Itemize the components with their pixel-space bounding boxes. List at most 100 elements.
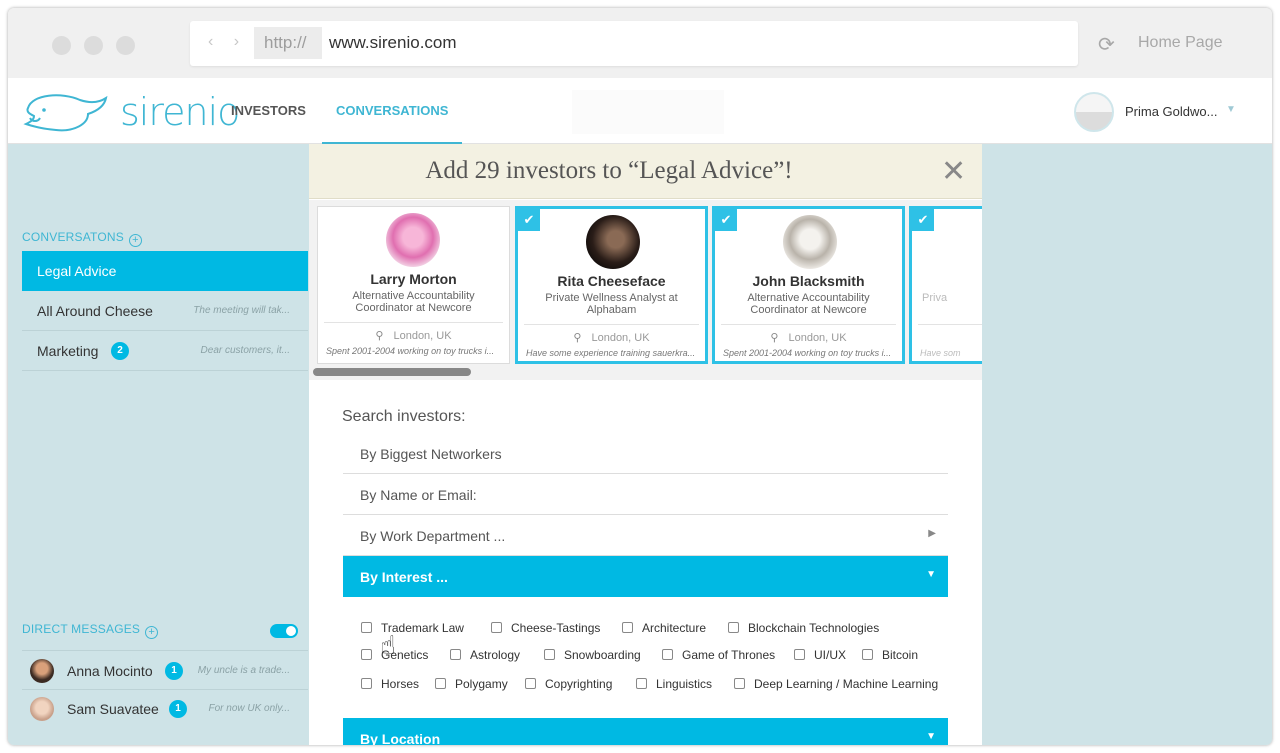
dm-item-sam-suavatee[interactable]: Sam Suavatee 1 For now UK only...: [22, 689, 308, 729]
tab-conversations[interactable]: CONVERSATIONS: [322, 78, 463, 144]
interest-checkbox-copyrighting[interactable]: Copyrighting: [525, 677, 612, 691]
checkbox[interactable]: [544, 649, 555, 660]
filter-name-or-email[interactable]: By Name or Email:: [343, 474, 948, 515]
avatar: [586, 215, 640, 269]
filter-biggest-networkers[interactable]: By Biggest Networkers: [343, 433, 948, 474]
conversation-name: Legal Advice: [37, 263, 117, 279]
checkbox[interactable]: [728, 622, 739, 633]
filter-label: By Name or Email:: [360, 487, 477, 503]
unread-badge: 1: [169, 700, 187, 718]
conversation-item-legal-advice[interactable]: Legal Advice: [22, 251, 308, 291]
interest-checkbox-snowboarding[interactable]: Snowboarding: [544, 648, 641, 662]
interest-label: Polygamy: [455, 677, 508, 691]
avatar: [30, 659, 54, 683]
checkbox[interactable]: [622, 622, 633, 633]
cards-scrollbar[interactable]: [313, 368, 471, 376]
hand-cursor-icon: ☝: [380, 630, 396, 660]
add-conversation-icon[interactable]: +: [128, 234, 142, 247]
interest-checkbox-horses[interactable]: Horses: [361, 677, 419, 691]
interest-checkbox-trademark-law[interactable]: Trademark Law: [361, 621, 464, 635]
investor-card-rita-cheeseface[interactable]: ✔ Rita Cheeseface Private Wellness Analy…: [515, 206, 708, 364]
conversation-item-marketing[interactable]: Marketing 2 Dear customers, it...: [22, 331, 308, 371]
checkbox[interactable]: [525, 678, 536, 689]
filter-label: By Location: [360, 731, 441, 745]
window-close-dot[interactable]: [52, 36, 71, 55]
checkbox[interactable]: [361, 622, 372, 633]
filter-work-department[interactable]: By Work Department ... ▶: [343, 515, 948, 556]
interest-checkbox-bitcoin[interactable]: Bitcoin: [862, 648, 918, 662]
investor-cards-strip: Larry Morton Alternative Accountability …: [309, 200, 982, 380]
checkbox[interactable]: [435, 678, 446, 689]
conversation-item-all-around-cheese[interactable]: All Around Cheese The meeting will tak..…: [22, 291, 308, 331]
add-direct-message-icon[interactable]: +: [145, 626, 159, 639]
interest-label: Game of Thrones: [682, 648, 776, 662]
investor-name: John Blacksmith: [752, 273, 865, 289]
direct-messages-toggle[interactable]: [270, 624, 298, 638]
interest-checkbox-linguistics[interactable]: Linguistics: [636, 677, 712, 691]
tab-investors[interactable]: INVESTORS: [217, 78, 320, 144]
investor-card-larry-morton[interactable]: Larry Morton Alternative Accountability …: [317, 206, 510, 364]
conversations-section-title: CONVERSATONS +: [22, 230, 142, 247]
interest-checkbox-astrology[interactable]: Astrology: [450, 648, 520, 662]
card-divider: [524, 324, 699, 325]
modal-header: Add 29 investors to “Legal Advice”! ✕: [309, 144, 982, 199]
checkmark-icon[interactable]: ✔: [912, 209, 934, 231]
checkbox[interactable]: [862, 649, 873, 660]
reload-icon[interactable]: ⟳: [1098, 32, 1115, 57]
conversation-preview: The meeting will tak...: [193, 305, 290, 316]
seal-logo-icon[interactable]: [22, 88, 112, 136]
location-pin-icon: ⚲: [375, 330, 384, 342]
investor-name: Rita Cheeseface: [557, 273, 666, 289]
checkbox[interactable]: [491, 622, 502, 633]
investor-role: Priva: [922, 292, 948, 304]
chevron-down-icon: ▼: [926, 731, 936, 742]
interest-checkbox-ui-ux[interactable]: UI/UX: [794, 648, 846, 662]
top-navigation: sirenio INVESTORS CONVERSATIONS Prima Go…: [8, 78, 1272, 144]
close-icon[interactable]: ✕: [941, 154, 966, 189]
add-investors-modal: Add 29 investors to “Legal Advice”! ✕ La…: [309, 144, 982, 745]
interest-checkbox-cheese-tastings[interactable]: Cheese-Tastings: [491, 621, 600, 635]
interest-checkbox-polygamy[interactable]: Polygamy: [435, 677, 508, 691]
window-maximize-dot[interactable]: [116, 36, 135, 55]
investor-card-john-blacksmith[interactable]: ✔ John Blacksmith Alternative Accountabi…: [712, 206, 905, 364]
investor-note: Spent 2001-2004 working on toy trucks i.…: [326, 346, 495, 356]
home-page-link[interactable]: Home Page: [1138, 34, 1223, 52]
interest-checkbox-blockchain[interactable]: Blockchain Technologies: [728, 621, 879, 635]
browser-chrome: ‹ › http:// www.sirenio.com ⟳ Home Page: [8, 8, 1272, 78]
interest-label: Linguistics: [656, 677, 713, 691]
investor-name: Larry Morton: [370, 271, 457, 287]
user-avatar[interactable]: [1074, 92, 1114, 132]
checkbox[interactable]: [361, 678, 372, 689]
back-forward-icon[interactable]: ‹ ›: [208, 33, 247, 51]
checkbox[interactable]: [361, 649, 372, 660]
checkmark-icon[interactable]: ✔: [715, 209, 737, 231]
user-menu-caret-icon[interactable]: ▼: [1226, 104, 1236, 115]
dm-item-anna-mocinto[interactable]: Anna Mocinto 1 My uncle is a trade...: [22, 650, 308, 690]
avatar: [30, 697, 54, 721]
url-domain[interactable]: www.sirenio.com: [329, 33, 457, 53]
filter-label: By Biggest Networkers: [360, 446, 502, 462]
investor-location: ⚲ London, UK: [715, 331, 902, 344]
checkbox[interactable]: [734, 678, 745, 689]
interest-checkbox-game-of-thrones[interactable]: Game of Thrones: [662, 648, 775, 662]
location-text: London, UK: [393, 330, 452, 342]
card-divider: [721, 324, 896, 325]
unread-badge: 2: [111, 342, 129, 360]
checkbox[interactable]: [662, 649, 673, 660]
interest-checkbox-deep-learning[interactable]: Deep Learning / Machine Learning: [734, 677, 938, 691]
user-name[interactable]: Prima Goldwo...: [1125, 104, 1217, 119]
checkbox[interactable]: [450, 649, 461, 660]
filter-location[interactable]: By Location ▼: [343, 718, 948, 745]
checkbox[interactable]: [794, 649, 805, 660]
window-minimize-dot[interactable]: [84, 36, 103, 55]
address-bar[interactable]: ‹ › http:// www.sirenio.com: [190, 21, 1078, 66]
investor-note: Have som: [920, 348, 961, 358]
checkmark-icon[interactable]: ✔: [518, 209, 540, 231]
dm-name: Sam Suavatee: [67, 701, 159, 717]
interest-checkbox-architecture[interactable]: Architecture: [622, 621, 706, 635]
filter-interest[interactable]: By Interest ... ▼: [343, 556, 948, 597]
checkbox[interactable]: [636, 678, 647, 689]
investor-card-partial[interactable]: ✔ Priva Have som: [909, 206, 982, 364]
dm-name: Anna Mocinto: [67, 663, 153, 679]
interest-label: Astrology: [470, 648, 521, 662]
